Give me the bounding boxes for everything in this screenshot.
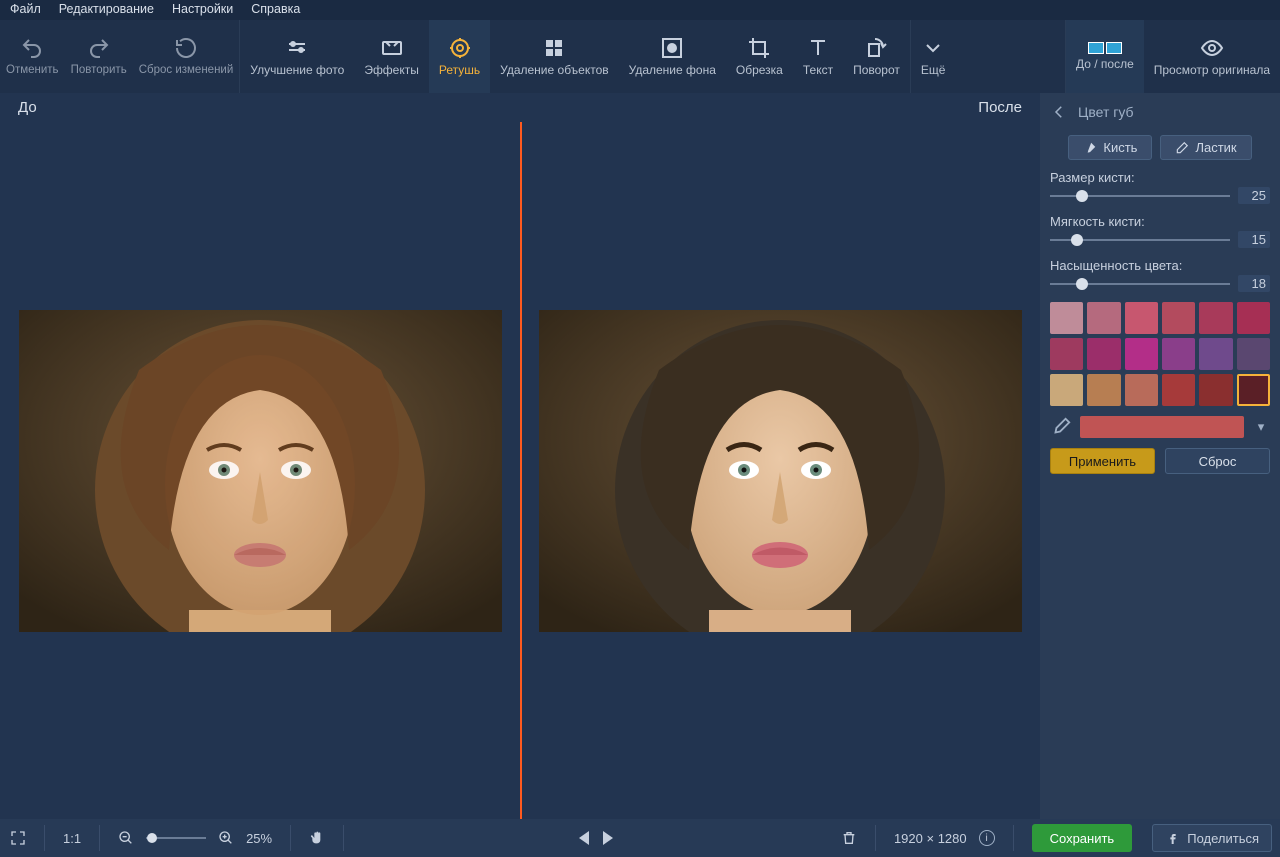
crop-button[interactable]: Обрезка bbox=[726, 20, 793, 93]
color-swatch[interactable] bbox=[1087, 374, 1120, 406]
after-label: После bbox=[978, 99, 1022, 116]
menubar: Файл Редактирование Настройки Справка bbox=[0, 0, 1280, 20]
color-swatch[interactable] bbox=[1087, 338, 1120, 370]
brush-size-slider[interactable] bbox=[1050, 195, 1230, 197]
back-icon[interactable] bbox=[1050, 103, 1068, 121]
color-swatch[interactable] bbox=[1050, 302, 1083, 334]
brush-size-label: Размер кисти: bbox=[1050, 170, 1135, 185]
color-swatch[interactable] bbox=[1237, 374, 1270, 406]
color-swatch[interactable] bbox=[1050, 338, 1083, 370]
enhance-button[interactable]: Улучшение фото bbox=[240, 20, 354, 93]
redo-button[interactable]: Повторить bbox=[65, 20, 133, 93]
sidebar-panel: Цвет губ Кисть Ластик Размер кисти: 25 М… bbox=[1040, 93, 1280, 819]
reset-changes-button[interactable]: Сброс изменений bbox=[133, 20, 240, 93]
brush-softness-slider[interactable] bbox=[1050, 239, 1230, 241]
zoom-out-icon[interactable] bbox=[118, 830, 134, 846]
next-image-button[interactable] bbox=[603, 831, 613, 845]
share-button[interactable]: Поделиться bbox=[1152, 824, 1272, 852]
effects-button[interactable]: Эффекты bbox=[354, 20, 429, 93]
zoom-in-icon[interactable] bbox=[218, 830, 234, 846]
color-swatch[interactable] bbox=[1237, 302, 1270, 334]
eraser-tool-button[interactable]: Ластик bbox=[1160, 135, 1251, 160]
color-saturation-slider[interactable] bbox=[1050, 283, 1230, 285]
color-swatch[interactable] bbox=[1237, 338, 1270, 370]
color-swatch[interactable] bbox=[1125, 302, 1158, 334]
color-saturation-label: Насыщенность цвета: bbox=[1050, 258, 1182, 273]
brush-size-value: 25 bbox=[1238, 187, 1270, 204]
more-button[interactable]: Ещё bbox=[911, 20, 956, 93]
scale-1-1-button[interactable]: 1:1 bbox=[63, 831, 81, 846]
before-image-slot[interactable] bbox=[0, 122, 520, 819]
fullscreen-icon[interactable] bbox=[10, 830, 26, 846]
menu-file[interactable]: Файл bbox=[10, 2, 41, 18]
image-dimensions: 1920 × 1280 bbox=[894, 831, 967, 846]
brush-icon bbox=[1083, 141, 1097, 155]
eyedropper-button[interactable] bbox=[1050, 416, 1072, 438]
panel-title: Цвет губ bbox=[1078, 104, 1134, 120]
save-button[interactable]: Сохранить bbox=[1032, 824, 1133, 852]
bg-removal-button[interactable]: Удаление фона bbox=[619, 20, 726, 93]
apply-button[interactable]: Применить bbox=[1050, 448, 1155, 474]
prev-image-button[interactable] bbox=[579, 831, 589, 845]
after-photo bbox=[539, 310, 1022, 632]
brush-softness-value: 15 bbox=[1238, 231, 1270, 248]
compare-divider[interactable] bbox=[520, 122, 522, 819]
picked-color[interactable] bbox=[1080, 416, 1244, 438]
after-image-slot[interactable] bbox=[520, 122, 1040, 819]
zoom-value: 25% bbox=[246, 831, 272, 846]
hand-tool-icon[interactable] bbox=[309, 830, 325, 846]
color-swatches bbox=[1050, 302, 1270, 406]
color-swatch[interactable] bbox=[1050, 374, 1083, 406]
color-swatch[interactable] bbox=[1162, 374, 1195, 406]
reset-button[interactable]: Сброс bbox=[1165, 448, 1270, 474]
color-swatch[interactable] bbox=[1199, 374, 1232, 406]
brush-tool-button[interactable]: Кисть bbox=[1068, 135, 1152, 160]
color-swatch[interactable] bbox=[1199, 338, 1232, 370]
trash-icon[interactable] bbox=[841, 830, 857, 846]
undo-button[interactable]: Отменить bbox=[0, 20, 65, 93]
object-removal-button[interactable]: Удаление объектов bbox=[490, 20, 619, 93]
color-swatch[interactable] bbox=[1162, 338, 1195, 370]
color-swatch[interactable] bbox=[1087, 302, 1120, 334]
toolbar: Отменить Повторить Сброс изменений Улучш… bbox=[0, 20, 1280, 93]
workspace: До После bbox=[0, 93, 1280, 819]
bottom-bar: 1:1 25% 1920 × 1280 i Сохранить Поделить… bbox=[0, 819, 1280, 857]
menu-help[interactable]: Справка bbox=[251, 2, 300, 18]
menu-settings[interactable]: Настройки bbox=[172, 2, 233, 18]
color-swatch[interactable] bbox=[1162, 302, 1195, 334]
eyedropper-icon bbox=[1050, 416, 1072, 438]
view-original-button[interactable]: Просмотр оригинала bbox=[1144, 20, 1280, 93]
before-after-icon bbox=[1088, 42, 1122, 54]
menu-edit[interactable]: Редактирование bbox=[59, 2, 154, 18]
retouch-button[interactable]: Ретушь bbox=[429, 20, 490, 93]
rotate-button[interactable]: Поворот bbox=[843, 20, 910, 93]
brush-softness-label: Мягкость кисти: bbox=[1050, 214, 1145, 229]
eraser-icon bbox=[1175, 141, 1189, 155]
facebook-icon bbox=[1165, 830, 1181, 846]
canvas-area: До После bbox=[0, 93, 1040, 819]
before-photo bbox=[19, 310, 502, 632]
before-label: До bbox=[18, 99, 37, 116]
color-swatch[interactable] bbox=[1125, 374, 1158, 406]
color-swatch[interactable] bbox=[1199, 302, 1232, 334]
color-swatch[interactable] bbox=[1125, 338, 1158, 370]
zoom-slider[interactable] bbox=[146, 837, 206, 839]
color-dropdown-icon[interactable]: ▾ bbox=[1252, 419, 1270, 435]
color-saturation-value: 18 bbox=[1238, 275, 1270, 292]
info-icon[interactable]: i bbox=[979, 830, 995, 846]
text-button[interactable]: Текст bbox=[793, 20, 843, 93]
before-after-toggle[interactable]: До / после bbox=[1066, 20, 1144, 93]
